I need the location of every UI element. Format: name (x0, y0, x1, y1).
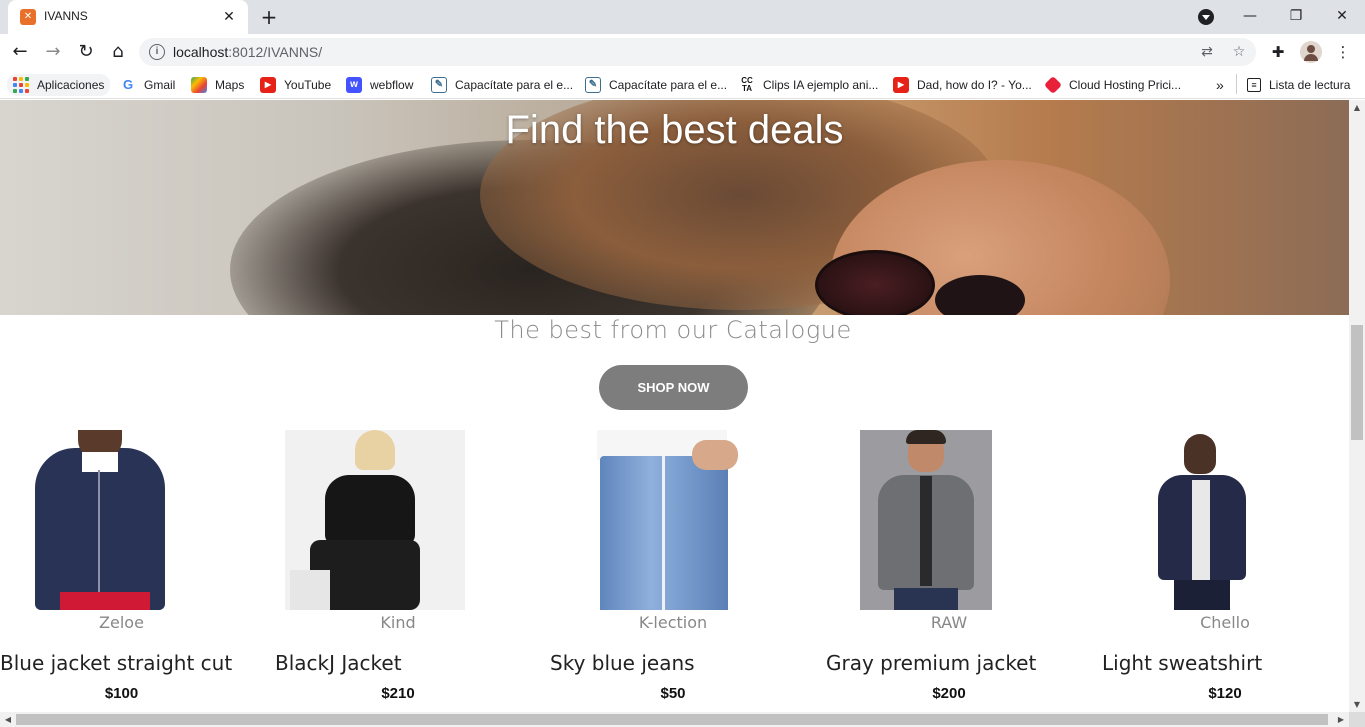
scroll-left-arrow-icon[interactable]: ◀ (0, 712, 16, 727)
catalogue-title: The best from our Catalogue (494, 316, 852, 344)
reading-list-button[interactable]: ≡ Lista de lectura (1247, 74, 1350, 96)
scroll-right-arrow-icon[interactable]: ▶ (1333, 712, 1349, 727)
google-icon: G (120, 77, 136, 93)
profile-avatar[interactable] (1300, 41, 1322, 63)
bookmark-youtube[interactable]: ▶ YouTube (260, 74, 331, 96)
maps-icon (191, 77, 207, 93)
horizontal-scroll-thumb[interactable] (16, 714, 1328, 725)
youtube-icon: ▶ (260, 77, 276, 93)
bookmark-cloud-hosting[interactable]: Cloud Hosting Prici... (1043, 74, 1181, 96)
edit-icon: ✎ (585, 77, 601, 93)
bookmark-capacitate-2[interactable]: ✎ Capacítate para el e... (585, 74, 727, 96)
product-name[interactable]: Gray premium jacket (826, 651, 1036, 675)
scroll-up-arrow-icon[interactable]: ▲ (1349, 100, 1365, 115)
bookmark-dad-how-do-i[interactable]: ▶ Dad, how do I? - Yo... (893, 74, 1032, 96)
browser-toolbar: ← → ↻ ⌂ i localhost:8012/IVANNS/ ⇄ ☆ ✚ ⋮ (0, 34, 1365, 70)
translate-icon[interactable]: ⇄ (1197, 42, 1217, 62)
product-name[interactable]: Blue jacket straight cut (0, 651, 232, 675)
edit-icon: ✎ (431, 77, 447, 93)
bookmarks-bar: Aplicaciones G Gmail Maps ▶ YouTube w we… (0, 70, 1365, 99)
close-tab-icon[interactable]: ✕ (220, 8, 238, 26)
product-card[interactable]: K-lection Sky blue jeans $50 (550, 430, 820, 712)
product-brand: Kind (380, 613, 416, 632)
forward-button[interactable]: → (41, 40, 65, 64)
xampp-icon: ✕ (20, 9, 36, 25)
reading-list-icon: ≡ (1247, 78, 1261, 92)
close-window-button[interactable]: ✕ (1327, 4, 1357, 28)
hero-banner: Find the best deals (0, 100, 1349, 315)
url-text[interactable]: localhost:8012/IVANNS/ (173, 44, 322, 60)
apps-grid-icon (13, 77, 29, 93)
vertical-scroll-thumb[interactable] (1351, 325, 1363, 440)
product-image[interactable] (30, 430, 170, 610)
product-price: $200 (932, 685, 966, 702)
product-name[interactable]: BlackJ Jacket (275, 651, 402, 675)
bookmark-star-icon[interactable]: ☆ (1229, 42, 1249, 62)
product-image[interactable] (1152, 430, 1252, 610)
hero-image-sunglasses (815, 250, 935, 315)
bookmark-maps[interactable]: Maps (191, 74, 244, 96)
bookmark-clips-ia[interactable]: CC TA Clips IA ejemplo ani... (739, 74, 878, 96)
product-price: $210 (381, 685, 415, 702)
reload-button[interactable]: ↻ (74, 40, 98, 64)
tab-strip: ✕ IVANNS ✕ + — ❐ ✕ (0, 0, 1365, 34)
product-card[interactable]: Kind BlackJ Jacket $210 (275, 430, 545, 712)
horizontal-scrollbar[interactable]: ◀ ▶ (0, 712, 1349, 727)
product-brand: RAW (930, 613, 968, 632)
tab-search-icon[interactable] (1198, 9, 1214, 25)
product-card[interactable]: RAW Gray premium jacket $200 (826, 430, 1096, 712)
scroll-down-arrow-icon[interactable]: ▼ (1349, 697, 1365, 712)
product-brand: Chello (1200, 613, 1250, 632)
product-name[interactable]: Sky blue jeans (550, 651, 695, 675)
scrollbar-corner (1349, 712, 1365, 727)
more-bookmarks-button[interactable]: » (1216, 74, 1224, 96)
product-price: $100 (104, 685, 139, 702)
product-name[interactable]: Light sweatshirt (1102, 651, 1262, 675)
webflow-icon: w (346, 77, 362, 93)
restore-button[interactable]: ❐ (1281, 4, 1311, 28)
product-image[interactable] (860, 430, 992, 610)
product-image[interactable] (285, 430, 465, 610)
menu-kebab-icon[interactable]: ⋮ (1333, 42, 1353, 62)
vertical-scrollbar[interactable]: ▲ ▼ (1349, 100, 1365, 712)
product-price: $120 (1208, 685, 1242, 702)
new-tab-button[interactable]: + (258, 6, 280, 28)
hero-title: Find the best deals (505, 108, 844, 152)
tab-title: IVANNS (44, 9, 88, 23)
bookmark-webflow[interactable]: w webflow (346, 74, 413, 96)
shop-now-button[interactable]: SHOP NOW (599, 365, 748, 410)
bookmark-capacitate-1[interactable]: ✎ Capacítate para el e... (431, 74, 573, 96)
back-button[interactable]: ← (8, 40, 32, 64)
product-brand: K-lection (638, 613, 708, 632)
address-bar[interactable]: i localhost:8012/IVANNS/ ⇄ ☆ (139, 38, 1256, 66)
page-viewport: Find the best deals The best from our Ca… (0, 100, 1349, 712)
bookmarks-divider (1236, 74, 1237, 94)
youtube-icon: ▶ (893, 77, 909, 93)
bookmark-gmail[interactable]: G Gmail (120, 74, 175, 96)
product-image[interactable] (572, 430, 752, 610)
site-info-icon[interactable]: i (149, 44, 165, 60)
extensions-icon[interactable]: ✚ (1268, 42, 1288, 62)
cc-icon: CC TA (739, 77, 755, 93)
home-button[interactable]: ⌂ (106, 40, 130, 64)
cube-icon (1043, 75, 1063, 95)
product-brand: Zeloe (99, 613, 144, 632)
product-card[interactable]: Chello Light sweatshirt $120 (1102, 430, 1349, 712)
product-card[interactable]: Zeloe Blue jacket straight cut $100 (0, 430, 270, 712)
browser-tab[interactable]: ✕ IVANNS ✕ (8, 0, 248, 34)
bookmark-apps[interactable]: Aplicaciones (7, 74, 111, 96)
product-price: $50 (660, 685, 686, 702)
minimize-button[interactable]: — (1235, 4, 1265, 28)
